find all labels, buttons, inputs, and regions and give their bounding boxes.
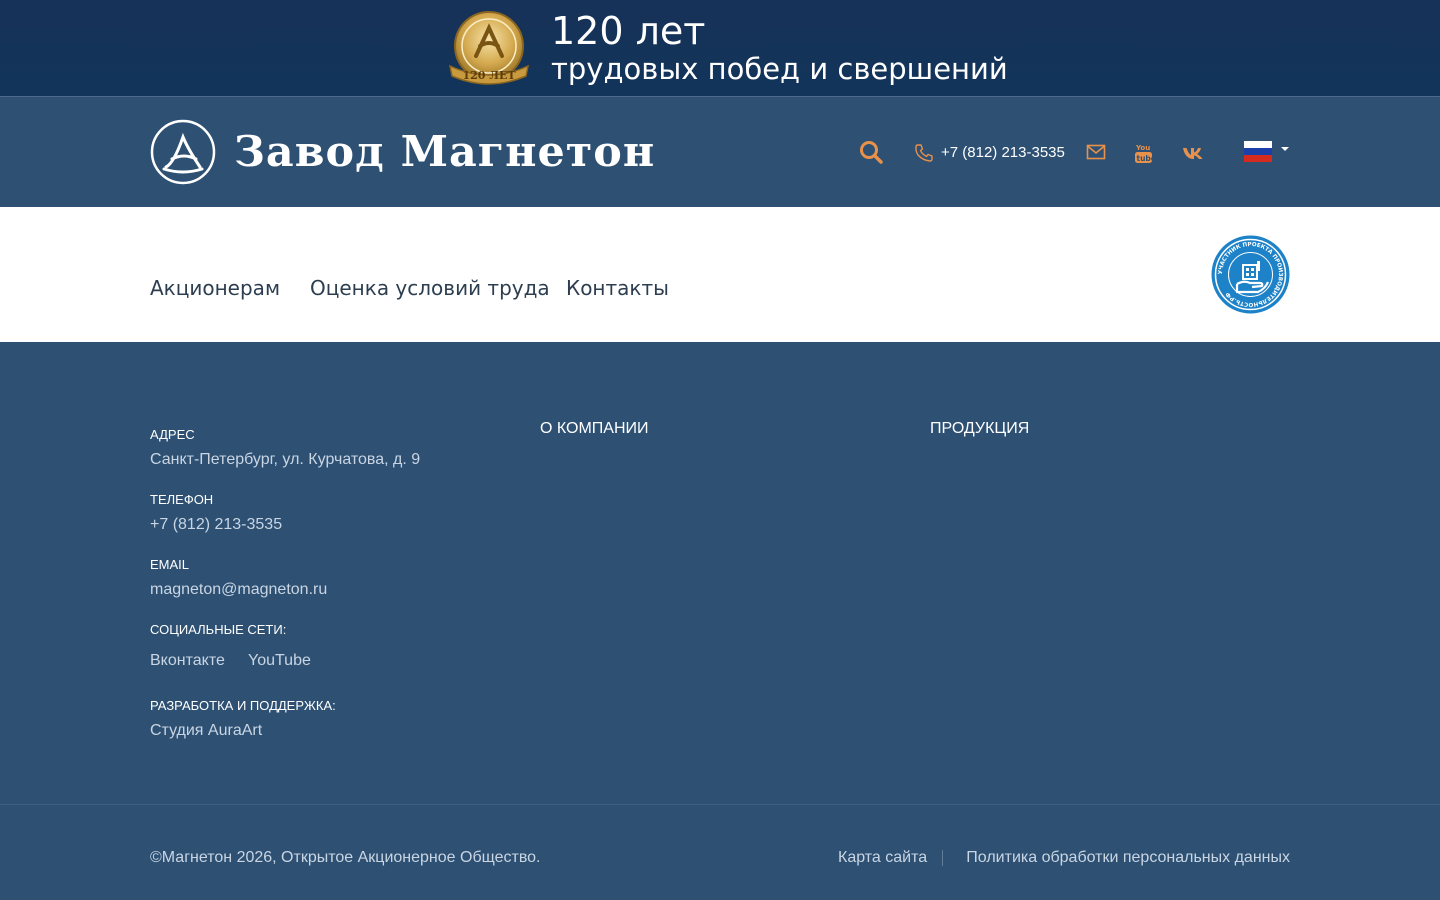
footer-bottom-bar: ©Магнетон 2026, Открытое Акционерное Общ… — [0, 804, 1440, 900]
mail-icon[interactable] — [1086, 143, 1106, 161]
chevron-down-icon — [1281, 147, 1289, 151]
footer-divider — [942, 850, 943, 866]
footer-email-link[interactable]: magneton@magneton.ru — [150, 580, 327, 600]
productivity-project-badge[interactable]: УЧАСТНИК ПРОЕКТА ПРОИЗВОДИТЕЛЬНОСТЬ.РФ — [1210, 234, 1291, 315]
medal-icon: 120 ЛЕТ — [448, 11, 530, 85]
phone-icon — [915, 144, 933, 162]
flag-ru-icon — [1244, 141, 1289, 162]
header-phone[interactable]: +7 (812) 213-3535 — [941, 143, 1065, 163]
address-value: Санкт-Петербург, ул. Курчатова, д. 9 — [150, 451, 421, 468]
footer-youtube-link[interactable]: YouTube — [248, 651, 311, 671]
search-icon[interactable] — [858, 139, 884, 165]
site-footer: Адрес Санкт-Петербург, ул. Курчатова, д.… — [0, 342, 1440, 804]
footer-phone-link[interactable]: +7 (812) 213-3535 — [150, 515, 282, 535]
address-label: Адрес — [150, 427, 195, 442]
anniversary-banner[interactable]: 120 ЛЕТ 120 лет трудовых побед и свершен… — [0, 0, 1440, 97]
copyright-text: ©Магнетон 2026, Открытое Акционерное Общ… — [150, 849, 541, 866]
dev-studio-link[interactable]: Студия AuraArt — [150, 721, 262, 741]
youtube-icon[interactable]: You tube — [1134, 142, 1153, 164]
banner-subtitle: трудовых побед и свершений — [551, 52, 1008, 86]
footer-products-heading[interactable]: Продукция — [930, 419, 1029, 439]
phone-label: Телефон — [150, 492, 214, 507]
footer-vk-link[interactable]: Вконтакте — [150, 651, 225, 671]
svg-text:tube: tube — [1137, 154, 1154, 163]
nav-item-shareholders[interactable]: Акционерам — [150, 275, 280, 301]
language-selector[interactable] — [1244, 140, 1292, 162]
nav-item-contacts[interactable]: Контакты — [566, 275, 669, 301]
site-header: Завод Магнетон +7 (812) 213-3535 You tub… — [0, 97, 1440, 207]
logo-text[interactable]: Завод Магнетон — [234, 123, 655, 181]
vk-icon[interactable] — [1182, 145, 1204, 161]
social-label: Социальные сети: — [150, 622, 287, 637]
footer-about-heading[interactable]: О компании — [540, 419, 649, 439]
banner-title: 120 лет — [551, 9, 706, 53]
main-nav: Акционерам Оценка условий труда Контакты… — [0, 207, 1440, 342]
svg-text:You: You — [1135, 144, 1150, 152]
email-label: Email — [150, 557, 190, 572]
logo-icon[interactable] — [150, 119, 216, 185]
privacy-policy-link[interactable]: Политика обработки персональных данных — [966, 848, 1290, 868]
svg-text:120 ЛЕТ: 120 ЛЕТ — [462, 69, 516, 82]
dev-label: Разработка и поддержка: — [150, 698, 336, 713]
nav-item-labor-conditions[interactable]: Оценка условий труда — [310, 275, 550, 301]
sitemap-link[interactable]: Карта сайта — [838, 848, 927, 868]
